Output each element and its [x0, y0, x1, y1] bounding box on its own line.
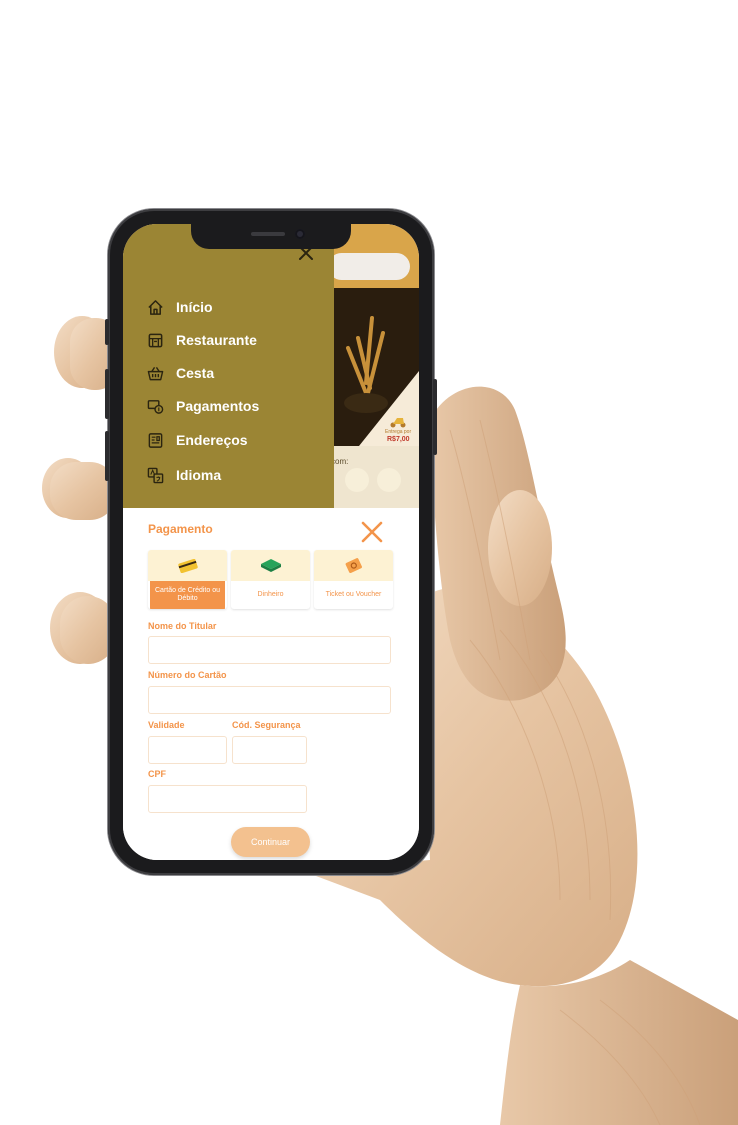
payment-method-label: Cartão de Crédito ou Débito [150, 581, 225, 609]
cpf-field[interactable] [148, 785, 307, 813]
menu-item-idioma[interactable]: Idioma [147, 463, 221, 487]
payments-icon [147, 399, 164, 414]
menu-item-cesta[interactable]: Cesta [147, 361, 214, 385]
menu-item-label: Idioma [176, 467, 222, 483]
payment-method-cash[interactable]: Dinheiro [231, 550, 310, 609]
expiry-label: Validade [148, 720, 185, 730]
home-icon [148, 299, 163, 315]
speaker-grille [251, 232, 285, 236]
address-icon [148, 432, 163, 448]
holder-name-label: Nome do Titular [148, 621, 217, 631]
menu-item-label: Restaurante [176, 332, 257, 348]
background-chip-debit [377, 468, 401, 492]
front-camera [295, 229, 305, 239]
cash-icon [260, 558, 281, 572]
payment-sheet: Pagamento Cartão de Crédito ou Débito Di… [123, 508, 419, 860]
menu-item-enderecos[interactable]: Endereços [147, 428, 248, 452]
credit-card-icon [177, 558, 198, 573]
security-code-label: Cód. Segurança [232, 720, 301, 730]
phone-screen: Entrega por R$7,00 com: Início Restauran… [123, 224, 419, 860]
delivery-price: R$7,00 [387, 436, 410, 443]
payment-method-icon-area [231, 550, 310, 581]
mute-switch [105, 319, 109, 345]
menu-item-label: Cesta [176, 365, 215, 381]
power-button [433, 379, 437, 455]
payment-method-icon-area [148, 550, 227, 581]
menu-item-label: Endereços [176, 432, 248, 448]
background-search-bar [328, 253, 410, 280]
menu-item-label: Início [176, 299, 213, 315]
notch [191, 224, 351, 249]
menu-item-inicio[interactable]: Início [147, 295, 213, 319]
payment-method-voucher[interactable]: Ticket ou Voucher [314, 550, 393, 609]
background-chip-card [345, 468, 369, 492]
delivery-label: Entrega por [385, 429, 412, 435]
payment-method-card[interactable]: Cartão de Crédito ou Débito [148, 550, 227, 609]
continue-button[interactable]: Continuar [231, 827, 310, 857]
menu-item-pagamentos[interactable]: Pagamentos [147, 394, 259, 418]
voucher-icon [345, 557, 362, 573]
cpf-label: CPF [148, 769, 166, 779]
payment-title: Pagamento [148, 522, 213, 536]
phone-device: Entrega por R$7,00 com: Início Restauran… [105, 209, 437, 875]
expiry-field[interactable] [148, 736, 227, 764]
card-number-field[interactable] [148, 686, 391, 714]
payment-method-label: Ticket ou Voucher [325, 591, 382, 598]
volume-down-button [105, 431, 109, 481]
payment-method-label: Dinheiro [257, 591, 284, 598]
menu-item-restaurante[interactable]: Restaurante [147, 328, 257, 352]
scooter-icon [390, 418, 406, 428]
store-icon [148, 333, 163, 347]
close-icon[interactable] [361, 521, 383, 543]
side-menu: Início Restaurante Cesta Pagamentos Ende… [123, 224, 334, 514]
language-icon [147, 467, 164, 483]
menu-item-label: Pagamentos [176, 398, 260, 414]
payment-method-icon-area [314, 550, 393, 581]
card-number-label: Número do Cartão [148, 670, 227, 680]
basket-icon [147, 366, 164, 380]
volume-up-button [105, 369, 109, 419]
holder-name-field[interactable] [148, 636, 391, 664]
security-code-field[interactable] [232, 736, 307, 764]
